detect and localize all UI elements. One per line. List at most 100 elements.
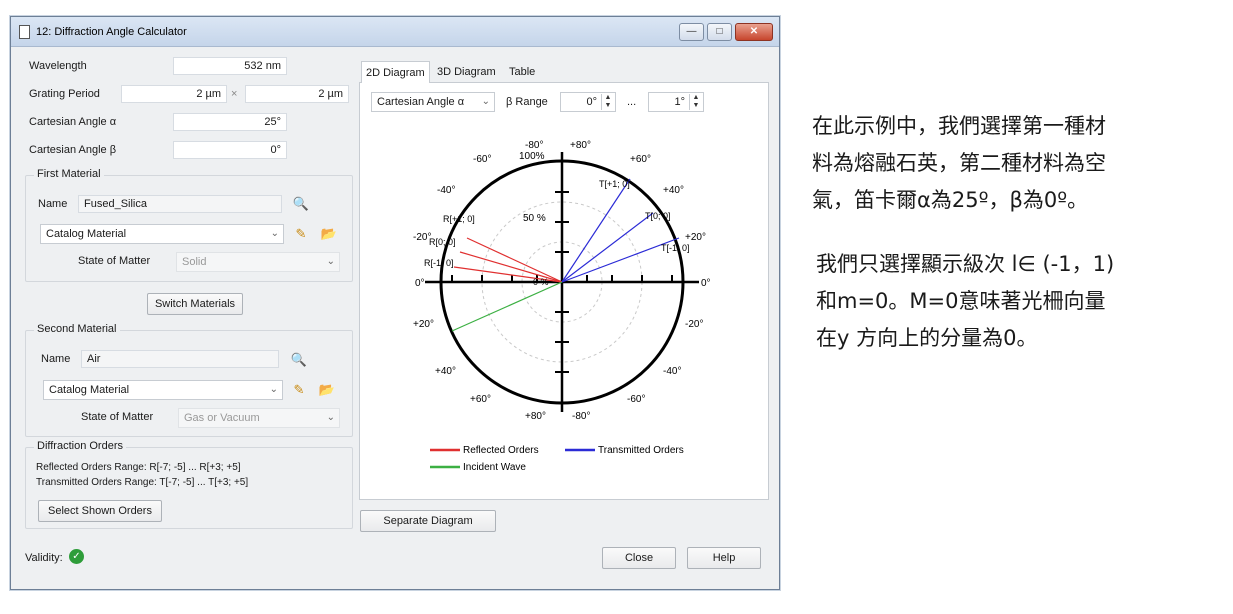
cartesian-alpha-field[interactable]: 25° bbox=[173, 113, 287, 131]
search-icon[interactable]: 🔍 bbox=[288, 350, 310, 370]
grating-period-x-field[interactable]: 2 µm bbox=[121, 85, 227, 103]
window-title: 12: Diffraction Angle Calculator bbox=[36, 26, 187, 38]
tab-table[interactable]: Table bbox=[505, 61, 539, 83]
angle-label: -80° bbox=[572, 411, 590, 422]
transmitted-order-line bbox=[561, 178, 631, 283]
search-icon[interactable]: 🔍 bbox=[290, 194, 312, 214]
first-state-label: State of Matter bbox=[78, 255, 151, 267]
grating-period-label: Grating Period bbox=[29, 88, 100, 100]
side-paragraph-1: 在此示例中，我們選擇第一種材 料為熔融石英，第二種材料為空 氣，笛卡爾α為25º… bbox=[812, 108, 1106, 219]
minimize-button[interactable]: — bbox=[679, 23, 704, 41]
spin-arrows-icon[interactable]: ▲ ▼ bbox=[601, 94, 614, 110]
polar-diagram-svg: -80° +80° 100% -60° +60° -40° +40° -20° … bbox=[413, 140, 711, 473]
wavelength-label: Wavelength bbox=[29, 60, 87, 72]
first-material-group: First Material Name Fused_Silica 🔍 Catal… bbox=[25, 168, 353, 282]
second-material-group: Second Material Name Air 🔍 Catalog Mater… bbox=[25, 323, 353, 437]
first-material-name-field[interactable]: Fused_Silica bbox=[78, 195, 282, 213]
spin-arrows-icon[interactable]: ▲ ▼ bbox=[689, 94, 702, 110]
angle-label: -40° bbox=[437, 185, 455, 196]
second-material-catalog-value: Catalog Material bbox=[49, 384, 130, 396]
reflected-order-label: R[0; 0] bbox=[429, 237, 456, 247]
angle-label: +40° bbox=[663, 185, 684, 196]
transmitted-order-label: T[0; 0] bbox=[645, 211, 671, 221]
angle-label: +60° bbox=[630, 154, 651, 165]
chevron-down-icon: ⌄ bbox=[326, 412, 335, 423]
chevron-down-icon: ⌄ bbox=[269, 384, 278, 395]
reflected-order-label: R[-1; 0] bbox=[424, 258, 454, 268]
edit-pencil-icon[interactable]: ✎ bbox=[290, 224, 312, 244]
chevron-down-icon: ⌄ bbox=[481, 96, 490, 107]
maximize-button[interactable]: □ bbox=[707, 23, 732, 41]
first-state-value: Solid bbox=[182, 256, 207, 268]
angle-label: 0° bbox=[701, 278, 711, 289]
cartesian-beta-field[interactable]: 0° bbox=[173, 141, 287, 159]
second-state-label: State of Matter bbox=[81, 411, 154, 423]
beta-from-value: 0° bbox=[586, 96, 597, 108]
chevron-down-icon: ⌄ bbox=[270, 228, 279, 239]
transmitted-order-line bbox=[561, 212, 654, 283]
first-material-catalog-value: Catalog Material bbox=[46, 228, 127, 240]
angle-label: +20° bbox=[413, 319, 434, 330]
reflected-order-label: R[+1; 0] bbox=[443, 214, 475, 224]
open-folder-icon[interactable]: 📂 bbox=[316, 380, 338, 400]
angle-label: +80° bbox=[525, 411, 546, 422]
edit-pencil-icon[interactable]: ✎ bbox=[288, 380, 310, 400]
angle-label: -80° bbox=[525, 140, 543, 151]
side-text-line: 在y 方向上的分量為0。 bbox=[816, 326, 1038, 350]
second-state-select[interactable]: Gas or Vacuum ⌄ bbox=[178, 408, 340, 428]
incident-wave-line bbox=[451, 281, 563, 332]
first-material-title: First Material bbox=[34, 168, 104, 180]
close-window-button[interactable]: ✕ bbox=[735, 23, 773, 41]
second-state-value: Gas or Vacuum bbox=[184, 412, 260, 424]
grating-period-y-field[interactable]: 2 µm bbox=[245, 85, 349, 103]
angle-type-select[interactable]: Cartesian Angle α ⌄ bbox=[371, 92, 495, 112]
beta-from-spinner[interactable]: 0° ▲ ▼ bbox=[560, 92, 616, 112]
reflected-orders-range: Reflected Orders Range: R[-7; -5] ... R[… bbox=[36, 462, 241, 473]
angle-label: +40° bbox=[435, 366, 456, 377]
transmitted-order-label: T[-1; 0] bbox=[661, 243, 690, 253]
tab-3d-diagram[interactable]: 3D Diagram bbox=[433, 61, 500, 83]
first-state-select[interactable]: Solid ⌄ bbox=[176, 252, 340, 272]
second-material-title: Second Material bbox=[34, 323, 120, 335]
range-separator: ... bbox=[627, 96, 637, 108]
diffraction-orders-group: Diffraction Orders Reflected Orders Rang… bbox=[25, 440, 353, 529]
first-material-catalog-select[interactable]: Catalog Material ⌄ bbox=[40, 224, 284, 244]
angle-label: -20° bbox=[685, 319, 703, 330]
second-material-catalog-select[interactable]: Catalog Material ⌄ bbox=[43, 380, 283, 400]
separate-diagram-button[interactable]: Separate Diagram bbox=[360, 510, 496, 532]
second-material-name-field[interactable]: Air bbox=[81, 350, 279, 368]
select-shown-orders-button[interactable]: Select Shown Orders bbox=[38, 500, 162, 522]
side-text-line: 和m=0。M=0意味著光柵向量 bbox=[816, 289, 1106, 313]
first-material-name-label: Name bbox=[38, 198, 68, 210]
second-material-name-label: Name bbox=[41, 353, 71, 365]
chevron-down-icon: ⌄ bbox=[326, 256, 335, 267]
side-text-line: 我們只選擇顯示級次 l∈ (-1，1) bbox=[816, 252, 1115, 276]
tab-2d-diagram[interactable]: 2D Diagram bbox=[361, 61, 430, 83]
document-icon bbox=[19, 25, 30, 39]
angle-label: +60° bbox=[470, 394, 491, 405]
help-button[interactable]: Help bbox=[687, 547, 761, 569]
side-text-line: 料為熔融石英，第二種材料為空 bbox=[812, 151, 1106, 175]
switch-materials-button[interactable]: Switch Materials bbox=[147, 293, 243, 315]
side-text-line: 在此示例中，我們選擇第一種材 bbox=[812, 114, 1106, 138]
wavelength-field[interactable]: 532 nm bbox=[173, 57, 287, 75]
angle-label: -40° bbox=[663, 366, 681, 377]
angle-label: -60° bbox=[627, 394, 645, 405]
angle-label: -60° bbox=[473, 154, 491, 165]
transmitted-order-label: T[+1; 0] bbox=[599, 179, 630, 189]
close-button[interactable]: Close bbox=[602, 547, 676, 569]
percent-label: 50 % bbox=[523, 213, 546, 224]
validity-check-icon: ✓ bbox=[69, 549, 84, 564]
side-paragraph-2: 我們只選擇顯示級次 l∈ (-1，1) 和m=0。M=0意味著光柵向量 在y 方… bbox=[816, 246, 1114, 357]
beta-to-spinner[interactable]: 1° ▲ ▼ bbox=[648, 92, 704, 112]
transmitted-orders-range: Transmitted Orders Range: T[-7; -5] ... … bbox=[36, 477, 249, 488]
legend-transmitted-label: Transmitted Orders bbox=[598, 445, 684, 456]
angle-label: +20° bbox=[685, 232, 706, 243]
angle-label: 0° bbox=[415, 278, 425, 289]
angle-type-value: Cartesian Angle α bbox=[377, 96, 465, 108]
validity-label: Validity: bbox=[25, 552, 63, 564]
angle-label: +80° bbox=[570, 140, 591, 151]
side-text-line: 氣，笛卡爾α為25º，β為0º。 bbox=[812, 188, 1089, 212]
cartesian-beta-label: Cartesian Angle β bbox=[29, 144, 117, 156]
open-folder-icon[interactable]: 📂 bbox=[318, 224, 340, 244]
